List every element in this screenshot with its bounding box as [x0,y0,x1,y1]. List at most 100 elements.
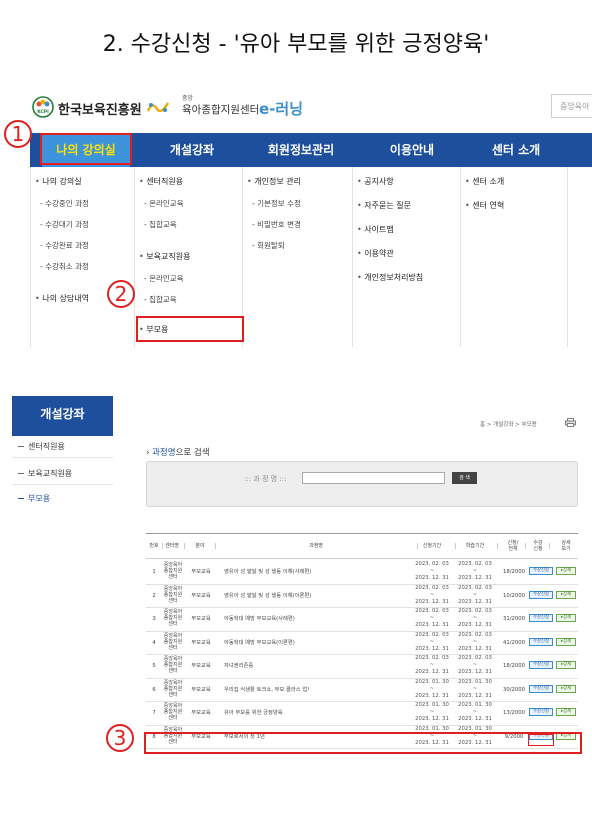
apply-button[interactable]: 수강신청 [529,684,553,693]
row-divider [146,630,578,632]
nav-open-courses[interactable]: 개설강좌 [142,133,242,167]
search-button[interactable]: 검 색 [452,472,477,484]
sidebar-item-label: 부모용 [28,494,51,503]
apply-button[interactable]: 수강신청 [529,614,553,622]
menu-faq[interactable]: 자주묻는 질문 [357,200,411,211]
sidebar-item-label: 센터직원용 [28,442,65,451]
row-course-title[interactable]: 유아 부모를 위한 긍정양육 [224,710,283,717]
row-divider [146,583,578,585]
row-course-title[interactable]: 아동학대 예방 부모교육(이론편) [224,640,295,647]
menu-edit-info[interactable]: 기본정보 수정 [252,198,301,209]
row-number: 2 [152,592,156,599]
table-header-cell: 센터명 [165,543,179,549]
row-apply-period: 2023. 02. 03 ~ 2023. 12. 31 [415,655,449,675]
sidebar-item-childcare-staff[interactable]: 보육교직원용 [18,468,72,479]
row-center: 중앙육아 종합지원 센터 [163,632,183,651]
row-course-title[interactable]: 우리집 식생활 토크쇼, 부모 클라스 업! [224,687,309,694]
row-number: 5 [152,663,156,669]
row-number: 1 [152,569,156,575]
apply-button[interactable]: 수강신청 [529,708,553,716]
menu-childcare-group[interactable]: 집합교육 [144,294,177,305]
detail-button-label: 상세 [563,662,572,667]
menu-sitemap[interactable]: 사이트맵 [357,224,393,235]
detail-button[interactable]: ▸상세 [556,684,576,693]
sidebar-item-parents[interactable]: 부모용 [18,493,50,504]
nav-guide[interactable]: 이용안내 [360,133,464,167]
apply-button[interactable]: 수강신청 [529,567,553,575]
row-number: 4 [152,639,156,646]
menu-terms[interactable]: 이용약관 [357,248,393,259]
row-course-title[interactable]: 영유아 성 발달 및 성 행동 이해(사례편) [224,569,311,576]
row-field: 부모교육 [191,616,211,622]
apply-button[interactable]: 수강신청 [529,637,553,646]
row-study-period: 2023. 01. 30 ~ 2023. 12. 31 [458,702,492,722]
menu-completed[interactable]: 수강완료 과정 [40,240,89,251]
menu-privacy[interactable]: 개인정보처리방침 [357,272,423,283]
print-icon[interactable] [565,418,576,427]
mega-col-classroom [30,167,134,347]
detail-button[interactable]: ▸상세 [556,590,576,599]
highlight-course-row [144,732,582,754]
step-marker-1: 1 [4,120,32,148]
row-course-title[interactable]: 자녀권리존중 [224,663,253,670]
menu-childcare-staff[interactable]: 보육교직원용 [139,251,190,262]
sidebar-item-center-staff[interactable]: 센터직원용 [18,441,65,452]
row-field: 부모교육 [191,639,211,646]
detail-button[interactable]: ▸상세 [556,708,576,716]
menu-childcare-online[interactable]: 온라인교육 [144,273,184,284]
top-search-input[interactable]: 중앙육아 [551,94,592,118]
course-search-input[interactable] [302,472,445,484]
detail-button-label: 상세 [563,591,572,597]
detail-button[interactable]: ▸상세 [556,661,576,669]
header-separator [497,543,498,549]
header-separator [525,543,526,549]
search-heading-strong: 과정명 [152,448,176,458]
row-field: 부모교육 [191,686,211,693]
row-center: 중앙육아 종합지원 센터 [163,562,183,580]
row-number: 7 [152,710,156,716]
menu-waiting[interactable]: 수강대기 과정 [40,219,89,230]
row-field: 부모교육 [191,569,211,575]
row-course-title[interactable]: 아동학대 예방 부모교육(사례편) [224,616,295,623]
menu-in-progress[interactable]: 수강중인 과정 [40,198,89,209]
apply-button[interactable]: 수강신청 [529,590,553,599]
sidebar-item-label: 보육교직원용 [28,469,73,478]
menu-center-about[interactable]: 센터 소개 [465,176,504,187]
row-divider [146,724,578,726]
menu-cancelled[interactable]: 수강취소 과정 [40,261,89,272]
row-number: 3 [152,616,156,622]
row-study-period: 2023. 02. 03 ~ 2023. 12. 31 [458,608,492,628]
menu-center-group[interactable]: 집합교육 [144,219,177,230]
menu-counseling[interactable]: 나의 상담내역 [35,293,89,304]
menu-change-password[interactable]: 비밀번호 변경 [252,219,301,230]
detail-button[interactable]: ▸상세 [556,567,576,575]
row-enrollment-count: 31/2000 [502,616,525,622]
row-center: 중앙육아 종합지원 센터 [163,585,183,604]
detail-button[interactable]: ▸상세 [556,614,576,622]
nav-center-intro[interactable]: 센터 소개 [464,133,568,167]
menu-withdraw[interactable]: 회원탈퇴 [252,240,285,251]
svg-text:KCPI: KCPI [37,109,49,115]
org-name[interactable]: 한국보육진흥원 [58,99,142,118]
detail-button[interactable]: ▸상세 [556,637,576,646]
nav-member-info[interactable]: 회원정보관리 [242,133,360,167]
menu-center-online[interactable]: 온라인교육 [144,198,184,209]
row-course-title[interactable]: 영유아 성 발달 및 성 행동 이해(이론편) [224,593,311,600]
table-header-cell: 신청기간 [422,543,442,549]
menu-notice[interactable]: 공지사항 [357,176,393,187]
elearning-brand[interactable]: e-러닝 [259,98,303,119]
center-logo-icon [146,102,170,113]
menu-center-history[interactable]: 센터 연혁 [465,200,504,211]
menu-personal-info[interactable]: 개인정보 관리 [247,176,301,187]
center-small-label: 중앙 [182,95,194,102]
center-name[interactable]: 육아종합지원센터 [182,102,259,117]
row-study-period: 2023. 01. 30 ~ 2023. 12. 31 [458,678,492,699]
sidebar-heading: 개설강좌 [12,396,113,436]
apply-button[interactable]: 수강신청 [529,661,553,669]
mega-col-member [242,167,352,347]
row-apply-period: 2023. 02. 03 ~ 2023. 12. 31 [415,584,449,605]
table-header-cell: 과정명 [309,543,323,549]
menu-my-classroom[interactable]: 나의 강의실 [35,176,81,187]
row-enrollment-count: 30/2000 [502,686,525,693]
menu-center-staff[interactable]: 센터직원용 [139,176,183,187]
